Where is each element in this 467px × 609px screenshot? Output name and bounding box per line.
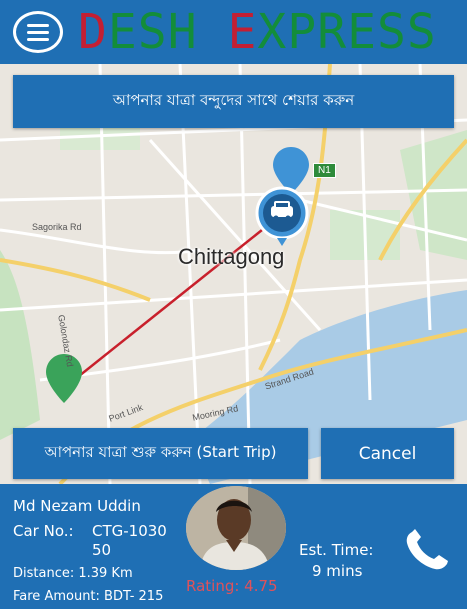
car-no-value: CTG-1030 50	[92, 522, 167, 559]
share-trip-button[interactable]: আপনার যাত্রা বন্দুদের সাথে শেয়ার করুন	[13, 75, 454, 128]
menu-button[interactable]	[13, 11, 63, 53]
driver-name: Md Nezam Uddin	[13, 497, 141, 515]
driver-rating: Rating: 4.75	[186, 577, 278, 595]
est-time-label: Est. Time:	[299, 541, 374, 559]
driver-avatar	[186, 486, 286, 570]
fare-amount-text: Fare Amount: BDT- 215	[13, 589, 164, 604]
top-bar: DESH EXPRESS	[0, 0, 467, 64]
cancel-button[interactable]: Cancel	[321, 428, 454, 479]
brand-part-2: XPRESS	[257, 4, 437, 60]
road-shield-label: N1	[313, 163, 336, 178]
hamburger-icon	[27, 23, 49, 27]
car-no-label: Car No.:	[13, 522, 74, 540]
road-label-sagorika: Sagorika Rd	[32, 222, 82, 232]
call-button[interactable]	[402, 528, 452, 572]
driver-photo	[186, 486, 286, 570]
app-logo: DESH EXPRESS	[78, 5, 437, 59]
hamburger-icon-line	[27, 37, 49, 41]
brand-part-1: ESH	[107, 4, 228, 60]
start-trip-button[interactable]: আপনার যাত্রা শুরু করুন (Start Trip)	[13, 428, 308, 479]
hamburger-icon-line	[27, 30, 49, 34]
est-time-value: 9 mins	[312, 562, 363, 580]
brand-initial-e: E	[227, 4, 258, 60]
city-label: Chittagong	[178, 244, 285, 269]
park-area-west	[0, 250, 40, 440]
brand-initial-d: D	[78, 4, 108, 60]
phone-icon	[406, 529, 448, 570]
distance-text: Distance: 1.39 Km	[13, 566, 133, 581]
car-icon	[255, 186, 309, 246]
